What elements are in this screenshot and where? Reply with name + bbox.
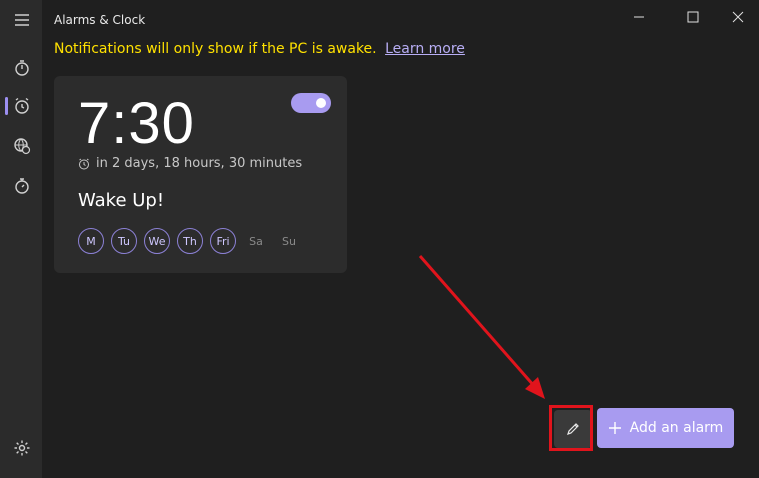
alarm-small-icon — [79, 158, 89, 169]
hamburger-icon — [15, 14, 29, 26]
day-friday: Fri — [210, 228, 236, 254]
close-button[interactable] — [718, 6, 758, 28]
nav-item-world-clock[interactable] — [6, 130, 38, 162]
day-tuesday: Tu — [111, 228, 137, 254]
plus-icon — [608, 422, 621, 434]
annotation-highlight-box — [549, 405, 593, 451]
day-saturday: Sa — [249, 234, 263, 248]
hamburger-menu-button[interactable] — [6, 4, 38, 36]
focus-timer-icon — [15, 60, 29, 76]
alarm-name: Wake Up! — [78, 190, 165, 211]
minimize-button[interactable] — [619, 6, 659, 28]
app-window: Alarms & Clock Notifications will only s… — [0, 0, 759, 478]
nav-item-focus[interactable] — [6, 52, 38, 84]
notification-banner: Notifications will only show if the PC i… — [54, 41, 465, 57]
alarm-toggle[interactable] — [291, 93, 331, 113]
toggle-knob — [316, 98, 326, 108]
alarm-time: 7:30 — [78, 91, 195, 156]
alarm-days: M Tu We Th Fri Sa Su — [78, 228, 302, 254]
maximize-button[interactable] — [673, 6, 713, 28]
day-sunday: Su — [282, 234, 296, 248]
learn-more-link[interactable]: Learn more — [385, 41, 465, 57]
day-wednesday: We — [144, 228, 170, 254]
maximize-icon — [687, 11, 699, 23]
add-alarm-label: Add an alarm — [629, 420, 724, 436]
window-title: Alarms & Clock — [54, 13, 146, 27]
notification-text: Notifications will only show if the PC i… — [54, 41, 377, 57]
alarm-remaining-text: in 2 days, 18 hours, 30 minutes — [96, 156, 303, 171]
alarm-card[interactable]: 7:30 in 2 days, 18 hours, 30 minutes Wak… — [54, 76, 347, 273]
globe-clock-icon — [14, 138, 31, 155]
minimize-icon — [634, 16, 644, 18]
gear-icon — [14, 440, 30, 456]
nav-rail — [0, 0, 42, 478]
close-icon — [732, 11, 744, 23]
day-thursday: Th — [177, 228, 203, 254]
day-monday: M — [78, 228, 104, 254]
nav-item-stopwatch[interactable] — [6, 170, 38, 202]
add-alarm-button[interactable]: Add an alarm — [597, 408, 734, 448]
stopwatch-icon — [15, 178, 29, 194]
nav-item-alarm[interactable] — [6, 90, 38, 122]
alarm-icon — [15, 97, 29, 114]
alarm-remaining: in 2 days, 18 hours, 30 minutes — [78, 156, 302, 171]
settings-button[interactable] — [6, 432, 38, 464]
